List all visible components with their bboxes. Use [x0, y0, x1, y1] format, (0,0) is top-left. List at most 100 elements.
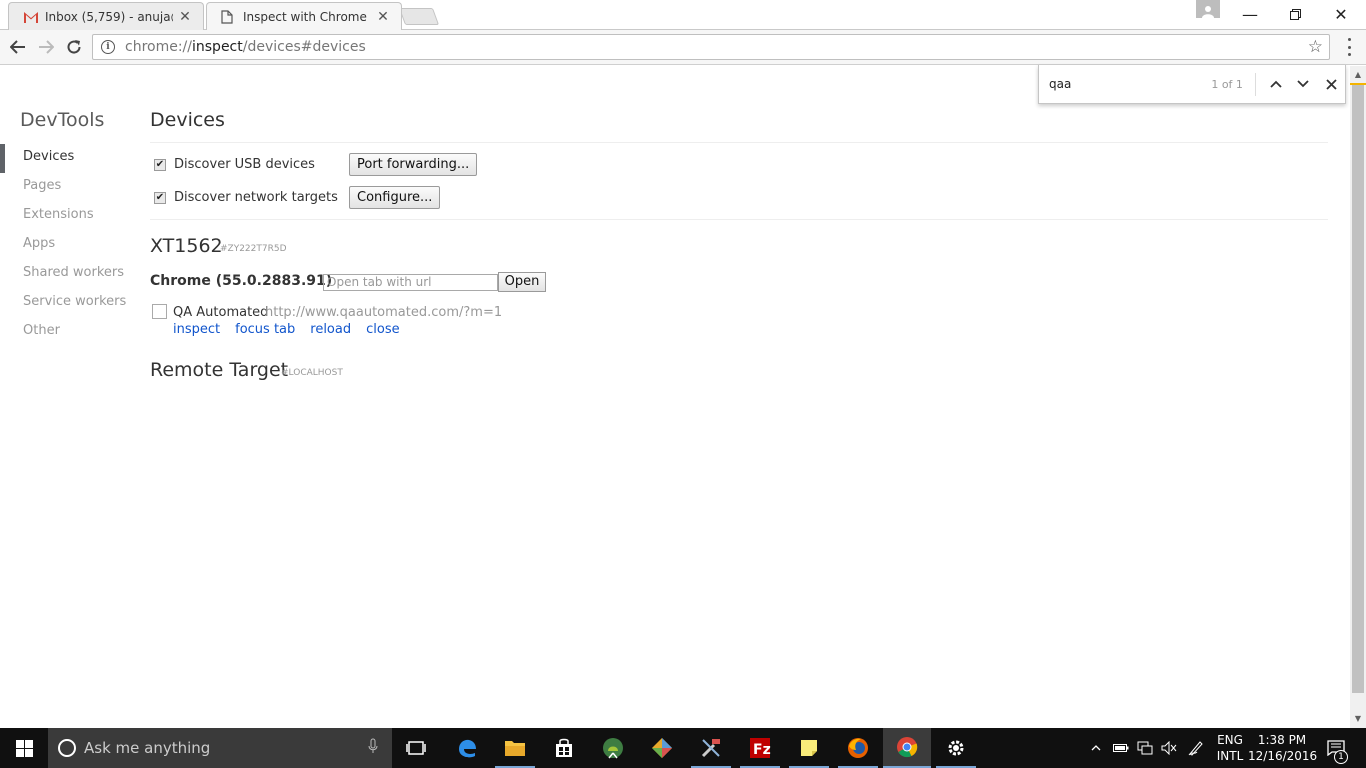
url-scheme: chrome:// — [125, 39, 192, 55]
sidebar-item-service-workers[interactable]: Service workers — [0, 289, 130, 318]
remote-target-title: Remote Target — [150, 359, 289, 381]
url-host: inspect — [192, 39, 243, 55]
filezilla-icon[interactable]: Fz — [736, 728, 784, 768]
sidebar-item-other[interactable]: Other — [0, 318, 130, 347]
discover-network-checkbox[interactable]: ✔ — [154, 191, 166, 204]
gmail-icon — [23, 10, 39, 24]
windows-taskbar: Ask me anything Fz ENG INTL 1:38 PM 12/1… — [0, 728, 1366, 768]
find-close-icon[interactable] — [1317, 72, 1345, 96]
chrome-menu-icon[interactable] — [1344, 38, 1354, 56]
git-icon[interactable] — [638, 728, 686, 768]
clock-date: 12/16/2016 — [1248, 749, 1318, 763]
sidebar-item-extensions[interactable]: Extensions — [0, 202, 130, 231]
url-text: chrome://inspect/devices#devices — [125, 39, 366, 55]
volume-muted-icon[interactable] — [1158, 728, 1180, 768]
bookmark-star-icon[interactable]: ☆ — [1308, 37, 1323, 57]
language-code: ENG — [1217, 733, 1243, 747]
port-forwarding-button[interactable]: Port forwarding... — [349, 153, 478, 176]
profile-icon[interactable] — [1196, 0, 1220, 18]
new-tab-button[interactable] — [398, 8, 440, 25]
find-previous-icon[interactable] — [1262, 72, 1290, 96]
sidebar-item-pages[interactable]: Pages — [0, 173, 130, 202]
tab-inspect[interactable]: Inspect with Chrome Dev ✕ — [206, 2, 402, 30]
inspect-link[interactable]: inspect — [173, 322, 220, 337]
scroll-up-arrow-icon[interactable]: ▲ — [1350, 68, 1366, 82]
open-tab-url-input[interactable]: Open tab with url — [323, 274, 498, 291]
microphone-icon[interactable] — [368, 738, 378, 758]
page-scrollbar[interactable]: ▲ ▼ — [1350, 66, 1366, 728]
cortana-icon — [58, 739, 76, 757]
discover-usb-label: Discover USB devices — [174, 157, 315, 172]
device-name: XT1562 — [150, 235, 223, 257]
notification-count-badge: 1 — [1334, 750, 1348, 764]
info-icon[interactable]: i — [101, 40, 115, 54]
target-name: QA Automated — [173, 305, 269, 320]
page-title: Devices — [150, 109, 225, 131]
tab-strip: Inbox (5,759) - anuja@cr ✕ Inspect with … — [0, 0, 1366, 30]
discover-network-row: ✔ Discover network targets — [154, 190, 338, 205]
network-icon[interactable] — [1134, 728, 1156, 768]
tools-icon[interactable] — [687, 728, 735, 768]
sidebar-title: DevTools — [20, 109, 105, 131]
close-window-icon[interactable]: ✕ — [1318, 0, 1364, 28]
tab-title: Inbox (5,759) - anuja@cr — [45, 9, 173, 24]
close-link[interactable]: close — [366, 322, 399, 337]
target-actions: inspect focus tab reload close — [173, 322, 415, 337]
address-bar[interactable]: i chrome://inspect/devices#devices ☆ — [92, 34, 1330, 60]
discover-usb-row: ✔ Discover USB devices — [154, 157, 315, 172]
target-url: http://www.qaautomated.com/?m=1 — [265, 305, 503, 320]
chrome-icon[interactable] — [883, 728, 931, 768]
tab-gmail[interactable]: Inbox (5,759) - anuja@cr ✕ — [8, 2, 204, 30]
page-icon — [221, 9, 237, 24]
battery-icon[interactable] — [1110, 728, 1132, 768]
sidebar-item-apps[interactable]: Apps — [0, 231, 130, 260]
sidebar-nav: Devices Pages Extensions Apps Shared wor… — [0, 144, 130, 347]
scroll-thumb[interactable] — [1352, 83, 1364, 693]
store-icon[interactable] — [540, 728, 588, 768]
discover-usb-checkbox[interactable]: ✔ — [154, 158, 166, 171]
input-language[interactable]: ENG INTL — [1210, 732, 1250, 764]
sticky-notes-icon[interactable] — [785, 728, 833, 768]
remote-target-subtitle: #LOCALHOST — [281, 368, 343, 378]
reload-icon[interactable] — [62, 35, 86, 59]
restore-icon[interactable] — [1272, 0, 1318, 28]
find-input[interactable]: qaa — [1049, 77, 1197, 91]
windows-start-icon[interactable] — [0, 728, 48, 768]
file-explorer-icon[interactable] — [491, 728, 539, 768]
keyboard-layout: INTL — [1216, 749, 1244, 763]
pen-ink-icon[interactable] — [1185, 728, 1207, 768]
find-bar: qaa 1 of 1 — [1038, 65, 1346, 104]
firefox-icon[interactable] — [834, 728, 882, 768]
find-next-icon[interactable] — [1290, 72, 1318, 96]
configure-button[interactable]: Configure... — [349, 186, 441, 209]
sidebar-item-shared-workers[interactable]: Shared workers — [0, 260, 130, 289]
find-separator — [1254, 72, 1256, 96]
divider — [150, 219, 1328, 220]
scroll-down-arrow-icon[interactable]: ▼ — [1350, 712, 1366, 726]
clock-time: 1:38 PM — [1257, 733, 1307, 747]
close-tab-icon[interactable]: ✕ — [177, 9, 193, 25]
target-checkbox[interactable] — [152, 304, 167, 319]
edge-browser-icon[interactable] — [443, 728, 491, 768]
back-arrow-icon[interactable] — [6, 35, 30, 59]
open-button[interactable]: Open — [498, 272, 546, 292]
clock[interactable]: 1:38 PM 12/16/2016 — [1248, 732, 1318, 764]
focus-tab-link[interactable]: focus tab — [235, 322, 295, 337]
url-path: /devices#devices — [242, 39, 366, 55]
svg-text:Fz: Fz — [753, 742, 771, 758]
task-view-icon[interactable] — [392, 728, 440, 768]
sidebar-item-devices[interactable]: Devices — [0, 144, 130, 173]
tab-title: Inspect with Chrome Dev — [243, 9, 371, 24]
divider — [150, 142, 1328, 143]
reload-link[interactable]: reload — [310, 322, 351, 337]
show-hidden-icons-chevron-icon[interactable] — [1087, 728, 1105, 768]
minimize-icon[interactable]: — — [1227, 0, 1273, 28]
browser-toolbar: i chrome://inspect/devices#devices ☆ — [0, 30, 1366, 65]
forward-arrow-icon[interactable] — [34, 35, 58, 59]
cortana-search-box[interactable]: Ask me anything — [48, 728, 392, 768]
android-studio-icon[interactable] — [589, 728, 637, 768]
settings-gear-icon[interactable] — [932, 728, 980, 768]
discover-network-label: Discover network targets — [174, 190, 338, 205]
inspect-page: DevTools Devices Pages Extensions Apps S… — [0, 66, 1350, 728]
close-tab-icon[interactable]: ✕ — [375, 9, 391, 25]
